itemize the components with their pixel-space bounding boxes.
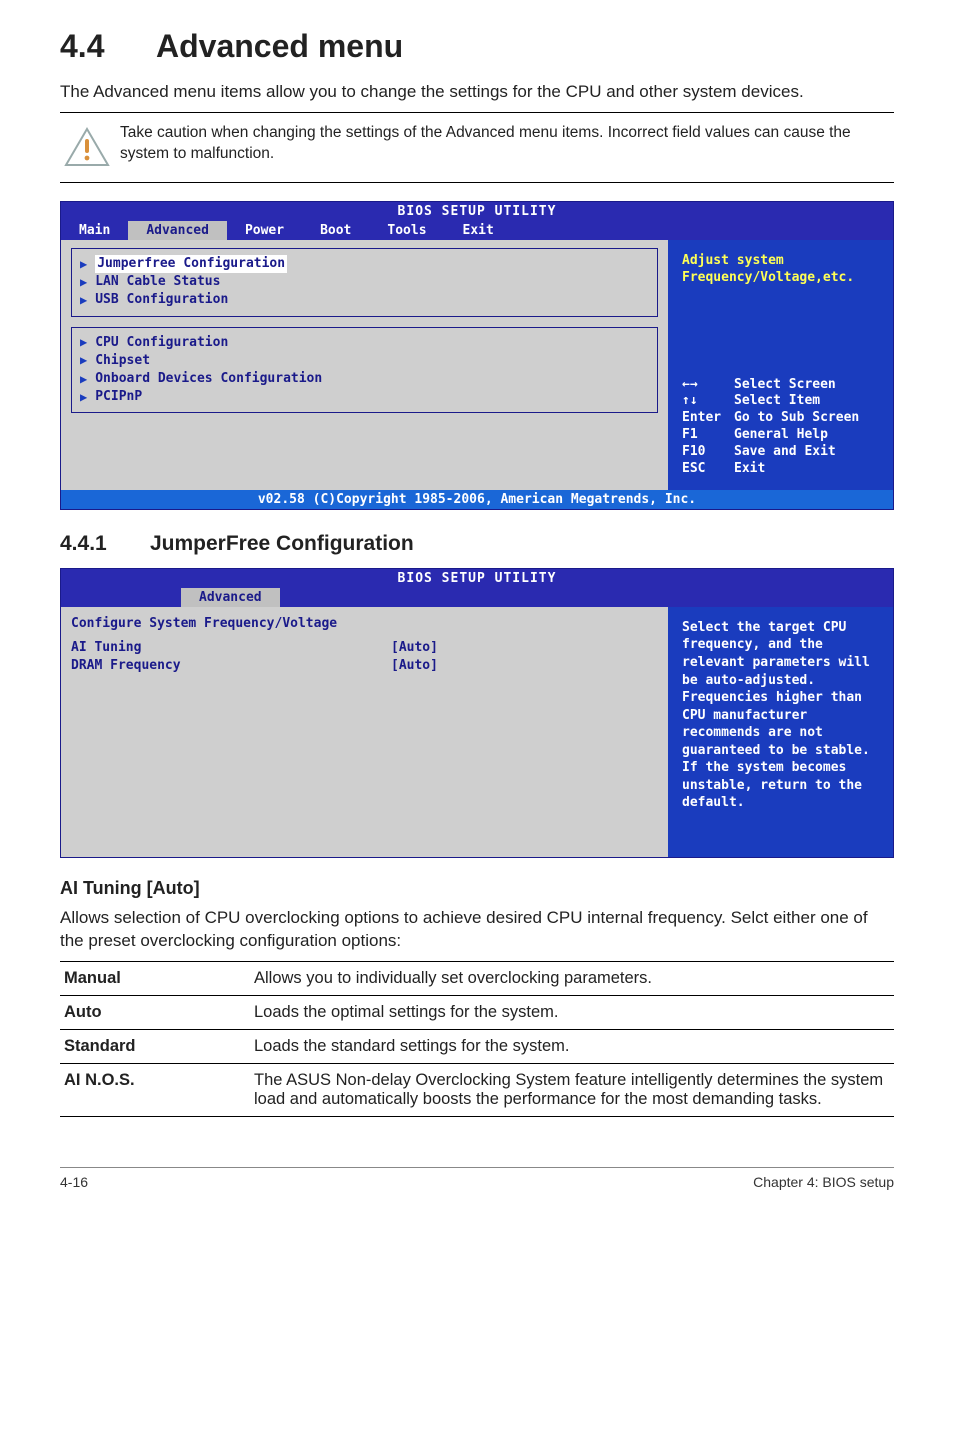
submenu-arrow-icon: ▶ [80, 389, 87, 406]
section-title-text: Advanced menu [156, 28, 403, 64]
tab-main[interactable]: Main [61, 221, 128, 240]
bios-item-jumperfree[interactable]: ▶ Jumperfree Configuration [80, 255, 649, 273]
bios-heading: Configure System Frequency/Voltage [71, 615, 658, 633]
bios-key-desc: Exit [734, 461, 765, 478]
bios-panel-jumperfree: BIOS SETUP UTILITY Advanced Configure Sy… [60, 568, 894, 858]
section-title: 4.4Advanced menu [60, 28, 894, 65]
def-term: Auto [60, 995, 250, 1029]
bios-key-row: F1General Help [682, 427, 879, 444]
def-term: AI N.O.S. [60, 1063, 250, 1116]
bios-key-legend: ←→Select Screen ↑↓Select Item EnterGo to… [682, 377, 879, 478]
submenu-arrow-icon: ▶ [80, 256, 87, 273]
bios-panel-advanced: BIOS SETUP UTILITY Main Advanced Power B… [60, 201, 894, 510]
bios-item-ai-tuning[interactable]: AI Tuning[Auto] [71, 639, 658, 657]
bios-group-2: ▶ CPU Configuration ▶ Chipset ▶ Onboard Dev… [71, 327, 658, 414]
submenu-arrow-icon: ▶ [80, 274, 87, 291]
def-desc: Allows you to individually set overclock… [250, 961, 894, 995]
submenu-arrow-icon: ▶ [80, 334, 87, 351]
bios-right-pane: Select the target CPU frequency, and the… [668, 607, 893, 787]
bios-item-label: Chipset [95, 352, 150, 370]
caution-text: Take caution when changing the settings … [120, 123, 894, 165]
bios-item-chipset[interactable]: ▶ Chipset [80, 352, 649, 370]
bios-item-value: [Auto] [391, 639, 438, 657]
bios-key-row: EnterGo to Sub Screen [682, 410, 879, 427]
bios-key: ESC [682, 461, 734, 478]
bios-item-usb-config[interactable]: ▶ USB Configuration [80, 291, 649, 309]
bios-heading-label: Configure System Frequency/Voltage [71, 615, 337, 633]
submenu-arrow-icon: ▶ [80, 371, 87, 388]
page-number: 4-16 [60, 1174, 88, 1190]
def-desc: Loads the optimal settings for the syste… [250, 995, 894, 1029]
bios-item-pcipnp[interactable]: ▶ PCIPnP [80, 388, 649, 406]
bios-item-label: PCIPnP [95, 388, 142, 406]
def-desc: The ASUS Non-delay Overclocking System f… [250, 1063, 894, 1116]
bios-footer: v02.58 (C)Copyright 1985-2006, American … [61, 490, 893, 509]
table-row: Standard Loads the standard settings for… [60, 1029, 894, 1063]
bios-item-onboard[interactable]: ▶ Onboard Devices Configuration [80, 370, 649, 388]
bios-item-key: AI Tuning [71, 639, 391, 657]
bios-left-pane: ▶ Jumperfree Configuration ▶ LAN Cable Sta… [61, 240, 668, 490]
definitions-table: Manual Allows you to individually set ov… [60, 961, 894, 1117]
bios-title: BIOS SETUP UTILITY [61, 569, 893, 588]
bios-key-row: ESCExit [682, 461, 879, 478]
bios-key-row: F10Save and Exit [682, 444, 879, 461]
bios-key: ←→ [682, 377, 734, 394]
section-number: 4.4 [60, 28, 156, 65]
bios-key: F1 [682, 427, 734, 444]
bios-key-desc: Go to Sub Screen [734, 410, 859, 427]
submenu-arrow-icon: ▶ [80, 292, 87, 309]
bios-title: BIOS SETUP UTILITY [61, 202, 893, 221]
bios-key-desc: General Help [734, 427, 828, 444]
bios-hint: Select the target CPU frequency, and the… [682, 619, 879, 812]
def-term: Manual [60, 961, 250, 995]
bios-tabs: Main Advanced Power Boot Tools Exit [61, 221, 893, 240]
bios-key: ↑↓ [682, 393, 734, 410]
bios-item-label: LAN Cable Status [95, 273, 220, 291]
chapter-label: Chapter 4: BIOS setup [753, 1174, 894, 1190]
subsection-title-text: JumperFree Configuration [150, 532, 414, 555]
bios-item-cpu-config[interactable]: ▶ CPU Configuration [80, 334, 649, 352]
bios-key-desc: Select Screen [734, 377, 836, 394]
def-desc: Loads the standard settings for the syst… [250, 1029, 894, 1063]
tab-exit[interactable]: Exit [445, 221, 512, 240]
table-row: Manual Allows you to individually set ov… [60, 961, 894, 995]
bios-group-1: ▶ Jumperfree Configuration ▶ LAN Cable Sta… [71, 248, 658, 317]
bios-item-dram-frequency[interactable]: DRAM Frequency[Auto] [71, 657, 658, 675]
bios-item-lan-cable[interactable]: ▶ LAN Cable Status [80, 273, 649, 291]
bios-key: F10 [682, 444, 734, 461]
def-term: Standard [60, 1029, 250, 1063]
bios-left-pane: Configure System Frequency/Voltage AI Tu… [61, 607, 668, 857]
tab-advanced[interactable]: Advanced [181, 588, 280, 607]
tab-power[interactable]: Power [227, 221, 302, 240]
bios-key-desc: Save and Exit [734, 444, 836, 461]
tab-boot[interactable]: Boot [302, 221, 369, 240]
caution-box: Take caution when changing the settings … [60, 112, 894, 183]
page-footer: 4-16 Chapter 4: BIOS setup [60, 1167, 894, 1190]
table-row: Auto Loads the optimal settings for the … [60, 995, 894, 1029]
bios-key-desc: Select Item [734, 393, 820, 410]
param-heading: AI Tuning [Auto] [60, 878, 894, 899]
bios-item-label: Jumperfree Configuration [95, 255, 287, 273]
bios-item-label: CPU Configuration [95, 334, 228, 352]
param-description: Allows selection of CPU overclocking opt… [60, 907, 894, 953]
bios-item-label: USB Configuration [95, 291, 228, 309]
bios-key-row: ←→Select Screen [682, 377, 879, 394]
bios-key: Enter [682, 410, 734, 427]
bios-right-pane: Adjust system Frequency/Voltage,etc. ←→S… [668, 240, 893, 490]
bios-tabs: Advanced [61, 588, 893, 607]
caution-icon [60, 123, 120, 172]
bios-item-value: [Auto] [391, 657, 438, 675]
subsection-number: 4.4.1 [60, 532, 150, 556]
bios-item-key: DRAM Frequency [71, 657, 391, 675]
table-row: AI N.O.S. The ASUS Non-delay Overclockin… [60, 1063, 894, 1116]
subsection-title: 4.4.1JumperFree Configuration [60, 532, 894, 556]
tab-advanced[interactable]: Advanced [128, 221, 227, 240]
submenu-arrow-icon: ▶ [80, 352, 87, 369]
bios-hint: Adjust system Frequency/Voltage,etc. [682, 252, 879, 287]
bios-item-label: Onboard Devices Configuration [95, 370, 322, 388]
intro-paragraph: The Advanced menu items allow you to cha… [60, 81, 894, 104]
tab-tools[interactable]: Tools [369, 221, 444, 240]
bios-key-row: ↑↓Select Item [682, 393, 879, 410]
